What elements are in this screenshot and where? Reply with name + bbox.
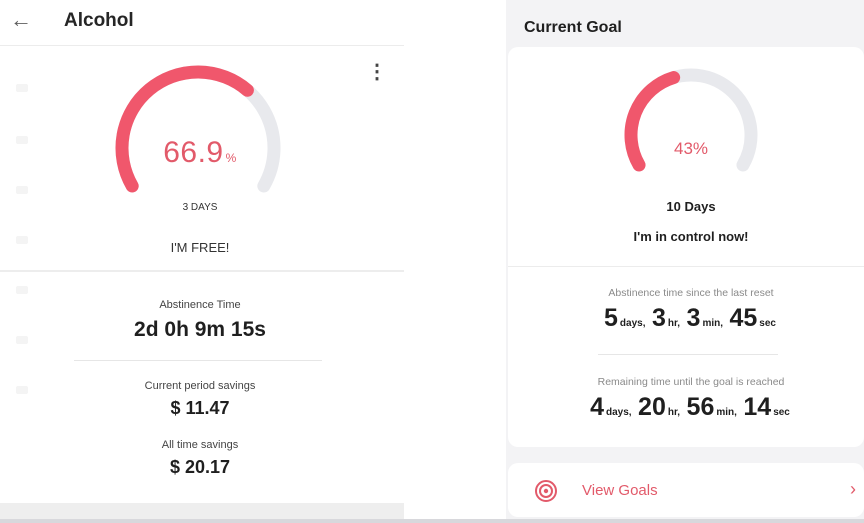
current-savings-value: $ 11.47 bbox=[170, 398, 230, 418]
divider bbox=[0, 270, 404, 272]
ghost-mark bbox=[16, 136, 28, 144]
all-time-savings-label: All time savings bbox=[161, 439, 239, 451]
bottom-edge bbox=[0, 519, 864, 523]
ghost-mark bbox=[16, 84, 28, 92]
divider bbox=[508, 266, 864, 267]
ghost-mark bbox=[16, 386, 28, 394]
current-savings-label: Current period savings bbox=[144, 380, 256, 392]
more-vertical-icon[interactable]: ⋮ bbox=[367, 60, 387, 84]
left-panel: ← Alcohol ⋮ 66.9% 3 DAYS I'M FREE! Absti… bbox=[0, 0, 404, 523]
goal-status: I'm in control now! bbox=[633, 229, 749, 244]
arrow-left-icon[interactable]: ← bbox=[10, 8, 32, 32]
status-text: I'M FREE! bbox=[170, 240, 230, 255]
section-title: Current Goal bbox=[524, 19, 622, 36]
goal-days: 10 Days bbox=[666, 199, 716, 214]
view-goals-label[interactable]: View Goals bbox=[582, 482, 658, 499]
remaining-timer: 4 days, 20 hr, 56 min, 14 sec bbox=[590, 393, 790, 421]
goal-progress-gauge bbox=[624, 68, 758, 172]
since-reset-label: Abstinence time since the last reset bbox=[608, 287, 774, 299]
progress-percent: 66.9% bbox=[163, 136, 237, 169]
ghost-mark bbox=[16, 336, 28, 344]
divider bbox=[598, 354, 778, 355]
right-panel: Current Goal 43% 10 Days I'm in control … bbox=[506, 0, 864, 523]
all-time-savings-value: $ 20.17 bbox=[169, 457, 231, 477]
ghost-mark bbox=[16, 236, 28, 244]
since-reset-timer: 5 days, 3 hr, 3 min, 45 sec bbox=[604, 304, 776, 332]
target-icon bbox=[535, 480, 557, 502]
abstinence-label: Abstinence Time bbox=[159, 299, 241, 311]
ghost-mark bbox=[16, 286, 28, 294]
page-title: Alcohol bbox=[64, 10, 134, 31]
remaining-label: Remaining time until the goal is reached bbox=[597, 376, 785, 388]
divider bbox=[74, 360, 322, 361]
goal-percent: 43% bbox=[673, 139, 709, 158]
progress-days: 3 DAYS bbox=[182, 202, 218, 213]
abstinence-value: 2d 0h 9m 15s bbox=[134, 318, 266, 341]
view-goals-button[interactable] bbox=[508, 463, 864, 517]
chevron-right-icon[interactable]: › bbox=[850, 479, 856, 500]
ghost-mark bbox=[16, 186, 28, 194]
app-bar: ← Alcohol bbox=[0, 0, 404, 46]
